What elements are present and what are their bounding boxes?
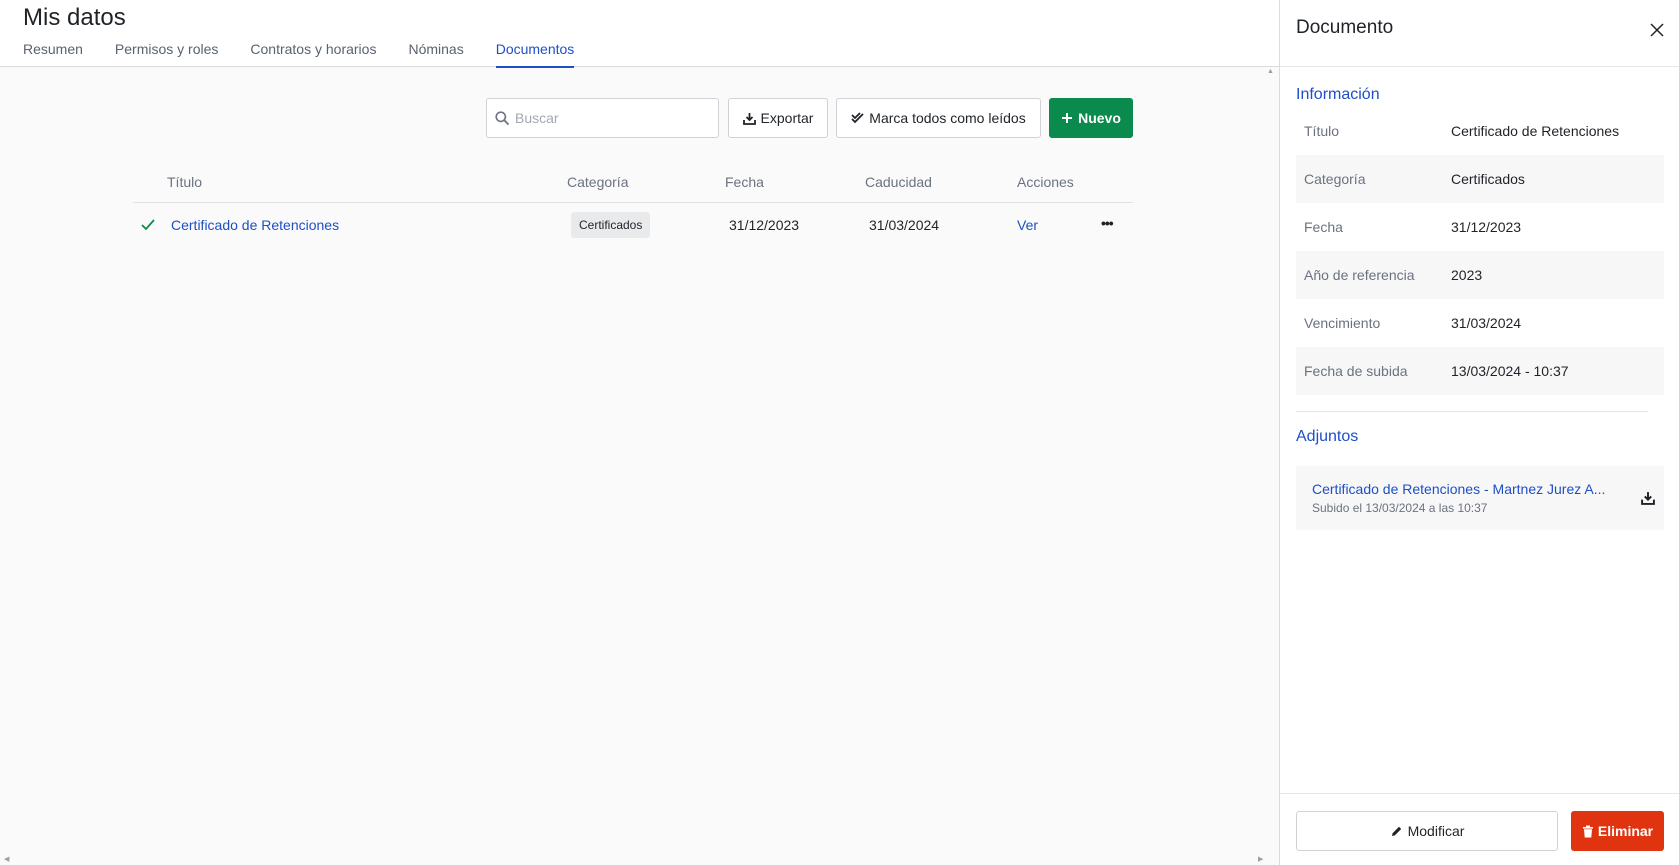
panel-footer: Modificar Eliminar [1280, 793, 1679, 865]
info-label: Título [1304, 123, 1340, 139]
tab-bar: Resumen Permisos y roles Contratos y hor… [23, 38, 606, 68]
info-row-titulo: Título Certificado de Retenciones [1296, 107, 1664, 155]
section-divider [1296, 411, 1648, 412]
column-header-caducidad: Caducidad [865, 174, 932, 190]
search-input[interactable] [515, 99, 715, 137]
column-header-titulo: Título [167, 174, 203, 190]
search-box [486, 98, 719, 138]
plus-icon [1062, 113, 1073, 123]
close-icon[interactable] [1650, 23, 1664, 37]
info-row-categoria: Categoría Certificados [1296, 155, 1664, 203]
tab-contratos-y-horarios[interactable]: Contratos y horarios [250, 38, 376, 67]
info-value: Certificado de Retenciones [1451, 123, 1620, 139]
info-section-title: Información [1296, 86, 1380, 103]
info-row-fecha: Fecha 31/12/2023 [1296, 203, 1664, 251]
info-row-fecha-subida: Fecha de subida 13/03/2024 - 10:37 [1296, 347, 1664, 395]
download-icon [742, 112, 756, 125]
document-title-link[interactable]: Certificado de Retenciones [171, 217, 339, 233]
info-value: 2023 [1451, 267, 1483, 283]
attachment-name-link[interactable]: Certificado de Retenciones - Martnez Jur… [1312, 481, 1622, 497]
new-document-label: Nuevo [1078, 110, 1121, 126]
tab-resumen[interactable]: Resumen [23, 38, 83, 67]
tab-documentos[interactable]: Documentos [495, 38, 574, 68]
info-label: Fecha [1304, 219, 1343, 235]
modify-label: Modificar [1407, 823, 1465, 839]
info-value: 31/03/2024 [1451, 315, 1522, 331]
panel-title: Documento [1296, 17, 1394, 38]
info-label: Vencimiento [1304, 315, 1381, 331]
panel-header: Documento [1280, 0, 1679, 67]
double-check-icon [851, 112, 864, 124]
new-document-button[interactable]: Nuevo [1049, 98, 1133, 138]
export-button[interactable]: Exportar [728, 98, 828, 138]
export-label: Exportar [760, 110, 814, 126]
trash-icon [1582, 825, 1593, 837]
delete-label: Eliminar [1597, 823, 1654, 839]
attachment-upload-info: Subido el 13/03/2024 a las 10:37 [1312, 501, 1488, 515]
documents-table: Título Categoría Fecha Caducidad Accione… [133, 163, 1133, 249]
search-icon [495, 111, 509, 125]
info-value: 31/12/2023 [1451, 219, 1522, 235]
table-header: Título Categoría Fecha Caducidad Accione… [133, 163, 1133, 203]
attachment-item: Certificado de Retenciones - Martnez Jur… [1296, 466, 1664, 530]
tab-nominas[interactable]: Nóminas [408, 38, 463, 67]
scroll-right-arrow[interactable]: ▶ [1258, 855, 1263, 863]
download-icon[interactable] [1641, 491, 1655, 505]
column-header-fecha: Fecha [725, 174, 764, 190]
check-icon [141, 219, 155, 231]
scroll-left-arrow[interactable]: ◀ [4, 855, 9, 863]
attachments-section-title: Adjuntos [1296, 428, 1359, 445]
column-header-acciones: Acciones [1017, 174, 1074, 190]
more-icon[interactable]: ••• [1101, 215, 1114, 231]
view-document-link[interactable]: Ver [1017, 217, 1038, 233]
page-header: Mis datos Resumen Permisos y roles Contr… [0, 0, 1279, 68]
info-label: Fecha de subida [1304, 363, 1408, 379]
page-title: Mis datos [23, 4, 126, 31]
info-value: Certificados [1451, 171, 1525, 187]
category-badge: Certificados [571, 212, 651, 238]
info-row-vencimiento: Vencimiento 31/03/2024 [1296, 299, 1664, 347]
main-content: Mis datos Resumen Permisos y roles Contr… [0, 0, 1279, 865]
document-expiry: 31/03/2024 [869, 217, 940, 233]
info-label: Año de referencia [1304, 267, 1415, 283]
pencil-icon [1391, 826, 1401, 836]
table-row: Certificado de Retenciones Certificados … [133, 203, 1133, 249]
document-detail-panel: Documento Información Título Certificado… [1279, 0, 1679, 865]
mark-all-read-button[interactable]: Marca todos como leídos [836, 98, 1041, 138]
info-label: Categoría [1304, 171, 1366, 187]
info-row-ano-referencia: Año de referencia 2023 [1296, 251, 1664, 299]
delete-button[interactable]: Eliminar [1571, 811, 1664, 851]
document-date: 31/12/2023 [729, 217, 800, 233]
tab-permisos-y-roles[interactable]: Permisos y roles [115, 38, 218, 67]
scroll-up-arrow[interactable]: ▲ [1267, 68, 1274, 75]
info-list: Título Certificado de Retenciones Catego… [1296, 107, 1664, 395]
info-value: 13/03/2024 - 10:37 [1451, 363, 1569, 379]
column-header-categoria: Categoría [567, 174, 629, 190]
modify-button[interactable]: Modificar [1296, 811, 1558, 851]
mark-all-read-label: Marca todos como leídos [869, 110, 1026, 126]
